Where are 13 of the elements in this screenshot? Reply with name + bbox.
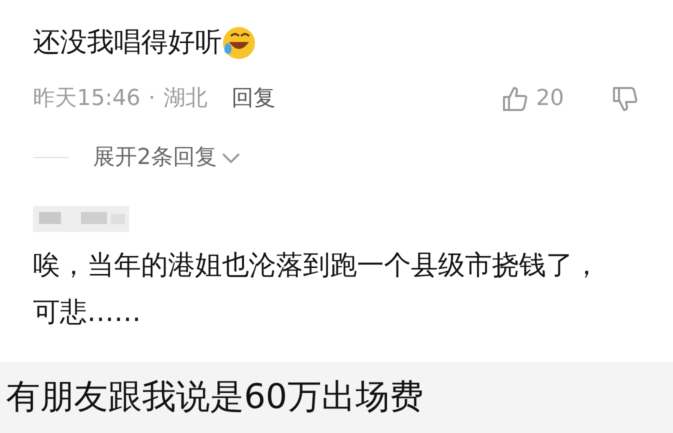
comment-text: 还没我唱得好听 — [33, 26, 222, 60]
reply-button[interactable]: 回复 — [231, 82, 276, 115]
thumbs-down-icon[interactable] — [612, 86, 638, 112]
laughing-emoji-icon — [222, 26, 256, 60]
like-count: 20 — [536, 85, 564, 113]
separator-dot: · — [148, 85, 156, 113]
thumbs-up-icon[interactable] — [502, 86, 528, 112]
chevron-down-icon — [221, 152, 241, 164]
comment-time: 昨天15:46 — [33, 85, 140, 113]
comment-region: 湖北 — [163, 85, 208, 113]
expand-replies-button[interactable]: 展开2条回复 — [93, 141, 241, 174]
caption-text: 有朋友跟我说是60万出场费 — [6, 376, 424, 419]
comment-text: 唉，当年的港姐也沦落到跑一个县级市挠钱了，可悲…… — [33, 249, 601, 330]
